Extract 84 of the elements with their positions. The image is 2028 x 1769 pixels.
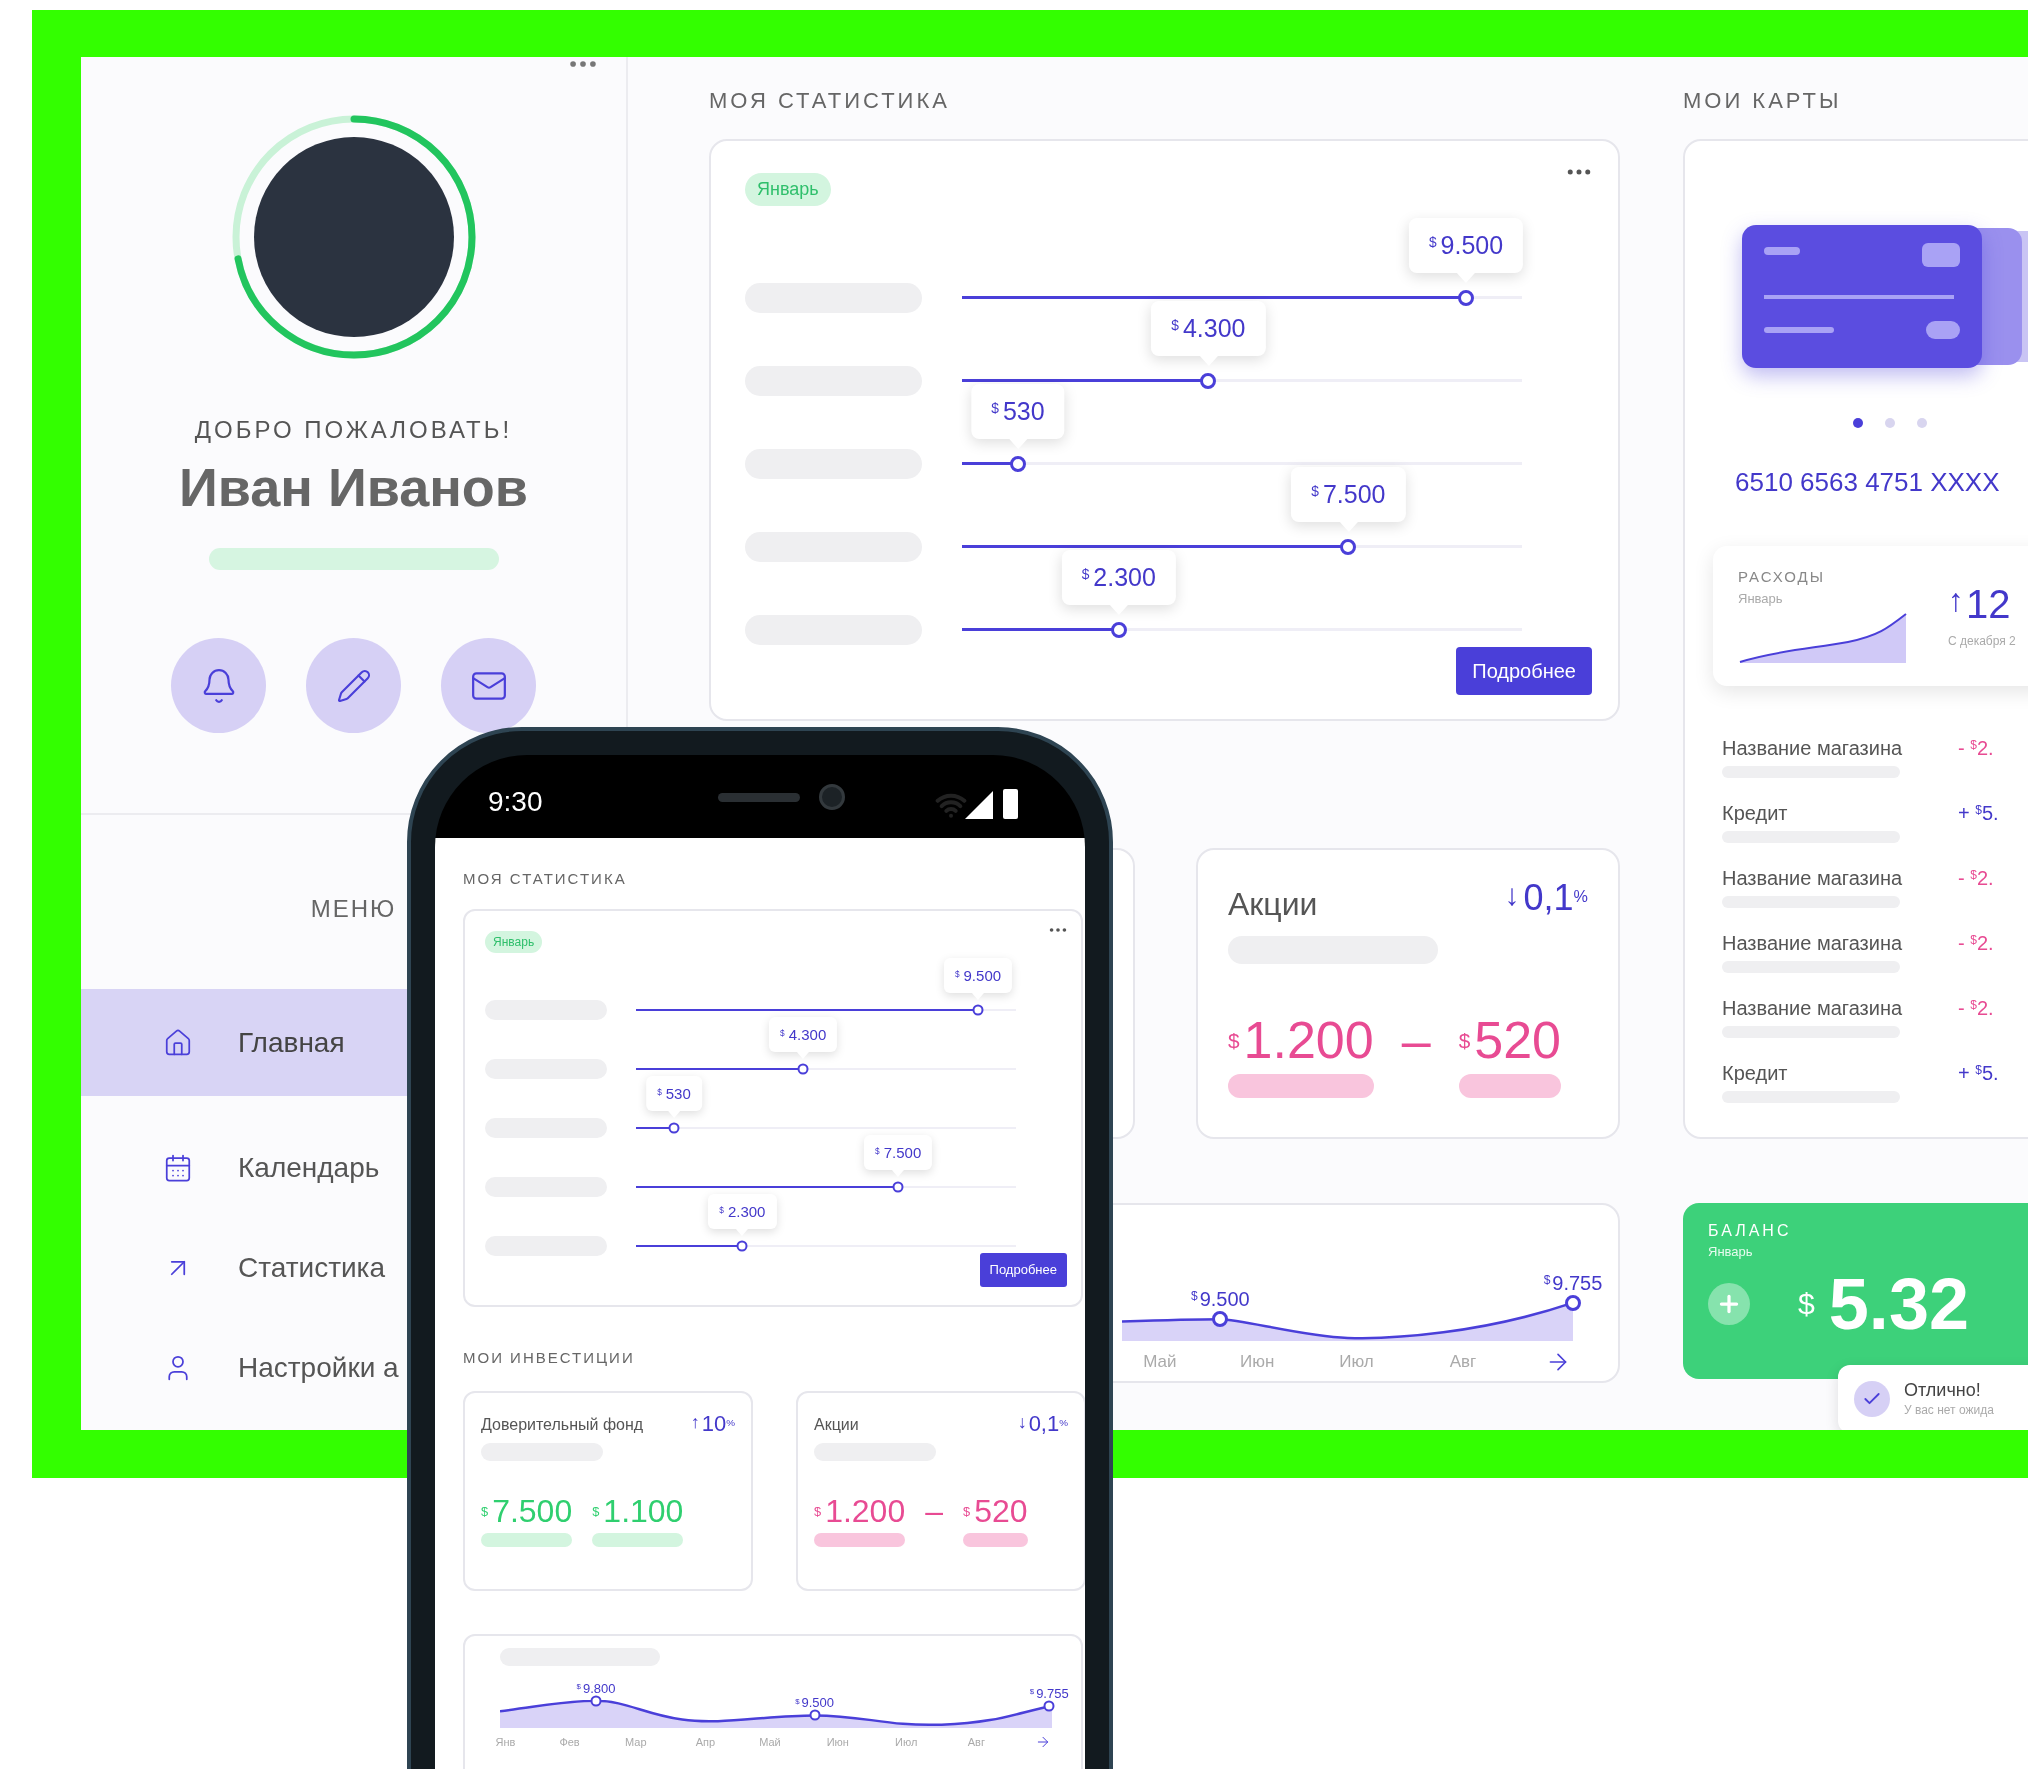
greeting-text: ДОБРО ПОЖАЛОВАТЬ!: [194, 415, 513, 445]
menu-label: Главная: [238, 1025, 345, 1060]
transaction-amount: - $^{$}$2.: [1958, 998, 1994, 1021]
change-value: 10$^{%}$: [701, 1413, 735, 1435]
amount-text: $^{$}$520: [963, 1495, 1028, 1527]
transaction-amount: + $^{$}$5.: [1958, 1063, 1999, 1086]
change-value: 12: [1966, 584, 2011, 624]
menu-title: МЕНЮ: [310, 894, 397, 924]
value-label: $^{$}$9.755: [1543, 1272, 1603, 1293]
home-icon: [163, 1027, 193, 1058]
card-number: 6510 6563 4751 XXXX: [1735, 466, 2001, 499]
card-title: Акции: [1228, 885, 1318, 924]
details-button[interactable]: Подробнее: [1456, 647, 1592, 695]
month-label: Июл: [1339, 1351, 1374, 1373]
section-title: МОИ ИНВЕСТИЦИИ: [463, 1347, 636, 1368]
transaction-amount: + $^{$}$5.: [1958, 803, 1999, 826]
section-title: МОЯ СТАТИСТИКА: [463, 869, 628, 889]
balance-title: БАЛАНС: [1708, 1223, 1793, 1239]
section-title: МОИ КАРТЫ: [1683, 87, 1843, 115]
transaction-amount: - $^{$}$2.: [1958, 933, 1994, 956]
value-label: $^{$}$9.500: [795, 1695, 835, 1709]
amount-text: $^{$}$1.100: [592, 1495, 684, 1527]
camera-lens: [819, 784, 845, 810]
calendar-icon: [163, 1153, 193, 1183]
card-title: Доверительный фонд: [481, 1415, 644, 1435]
status-time: 9:30: [488, 784, 543, 819]
month-label: Янв: [495, 1735, 516, 1750]
menu-label: Календарь: [238, 1151, 380, 1185]
month-badge: Январь: [745, 173, 831, 206]
value-label: $^{$}$9.755: [1029, 1686, 1069, 1700]
signal-icon: [965, 791, 993, 819]
menu-item[interactable]: Настройки а: [81, 1318, 407, 1418]
amount-bar: [963, 1533, 1028, 1547]
month-label: Июл: [895, 1735, 918, 1750]
card-title: Акции: [814, 1415, 859, 1435]
menu-item[interactable]: Календарь: [81, 1118, 407, 1218]
transaction-name: Название магазина: [1722, 738, 1904, 758]
month-label: Июн: [1240, 1351, 1275, 1373]
transaction-name: Название магазина: [1722, 933, 1904, 953]
user-name: Иван Иванов: [178, 460, 529, 514]
month-label: Май: [1143, 1351, 1177, 1373]
month-badge: Январь: [485, 930, 543, 953]
details-button[interactable]: Подробнее: [979, 1253, 1067, 1287]
transaction-name: Кредит: [1722, 803, 1789, 823]
menu-label: Статистика: [238, 1251, 386, 1285]
change-value: 0,1$^{%}$: [1523, 880, 1588, 916]
month-label: Июн: [826, 1735, 849, 1750]
transaction-name: Название магазина: [1722, 998, 1904, 1018]
amount-text: $^{$}$520: [1458, 1014, 1561, 1066]
section-title: МОЯ СТАТИСТИКА: [709, 87, 951, 115]
month-label: Апр: [695, 1735, 716, 1750]
amount-text: $^{$}$7.500: [481, 1495, 573, 1527]
month-label: Авг: [1449, 1351, 1477, 1373]
minus-sign: –: [925, 1495, 943, 1527]
menu-item[interactable]: Главная: [81, 989, 407, 1096]
change-value: 0,1$^{%}$: [1028, 1413, 1068, 1435]
menu-item[interactable]: Статистика: [81, 1218, 407, 1318]
expenses-period: Январь: [1738, 589, 1784, 608]
toast-text: У вас нет ожида: [1904, 1402, 1994, 1420]
minus-sign: –: [1401, 1014, 1431, 1066]
value-label: $^{$}$9.500: [1190, 1289, 1250, 1310]
change-note: С декабря 2: [1948, 633, 2016, 650]
amount-text: $^{$}$1.200: [814, 1495, 906, 1527]
arrow-sign: ↑: [1948, 584, 1964, 616]
arrow-sign: ↓: [1017, 1413, 1027, 1431]
amount-text: $^{$}$1.200: [1228, 1014, 1374, 1066]
balance-period: Январь: [1708, 1245, 1754, 1258]
expenses-title: РАСХОДЫ: [1738, 567, 1826, 587]
arrow-sign: ↑: [690, 1413, 700, 1431]
transaction-name: Название магазина: [1722, 868, 1904, 888]
month-label: Мар: [625, 1735, 647, 1750]
balance-amount: $^{$}$ 5.32: [1798, 1268, 1969, 1340]
transaction-name: Кредит: [1722, 1063, 1789, 1083]
transaction-amount: - $^{$}$2.: [1958, 738, 1994, 761]
menu-label: Настройки а: [238, 1351, 399, 1385]
battery-icon: [1003, 789, 1018, 819]
month-label: Май: [759, 1735, 781, 1750]
month-label: Авг: [967, 1735, 985, 1750]
pencil-icon: [335, 667, 372, 704]
month-label: Фев: [559, 1735, 580, 1750]
value-label: $^{$}$9.800: [576, 1681, 616, 1695]
transaction-amount: - $^{$}$2.: [1958, 868, 1994, 891]
arrow-sign: ↓: [1504, 880, 1520, 910]
toast-title: Отлично!: [1904, 1378, 1982, 1402]
